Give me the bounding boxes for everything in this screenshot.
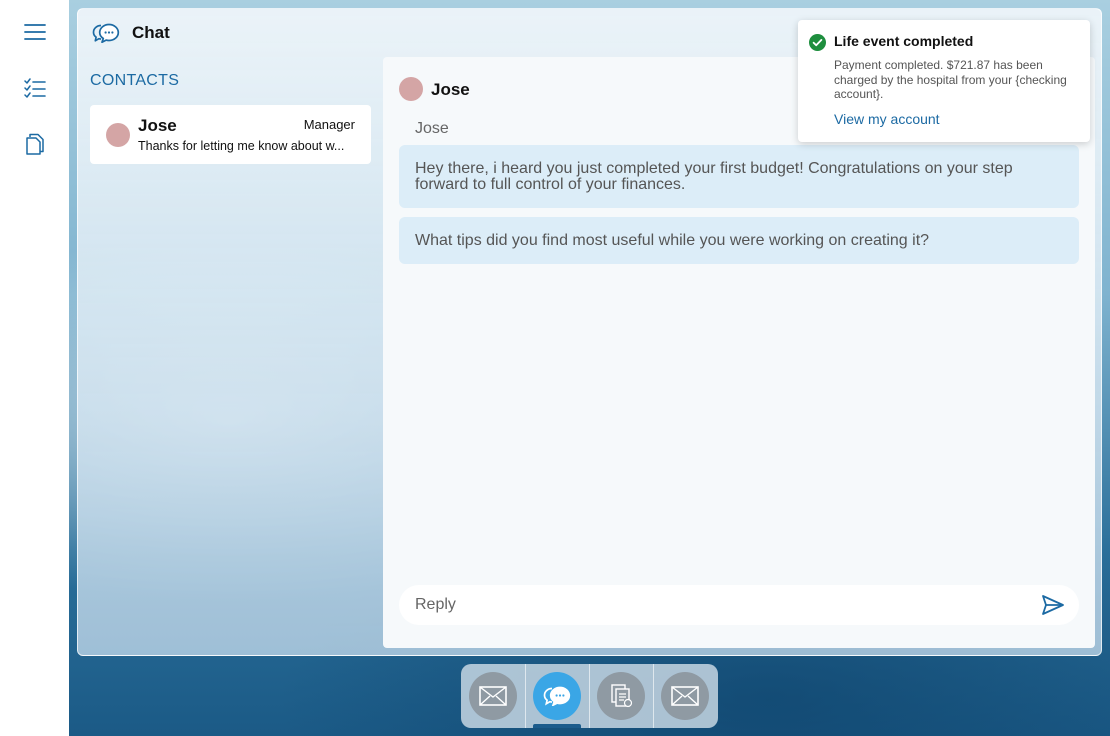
- documents-button[interactable]: [22, 131, 48, 157]
- tasks-button[interactable]: [22, 75, 48, 101]
- dock-mail-button[interactable]: [461, 664, 525, 728]
- avatar: [106, 123, 130, 147]
- dock-chat-button[interactable]: [525, 664, 589, 728]
- mail-icon: [479, 686, 507, 706]
- message-bubble: What tips did you find most useful while…: [399, 217, 1079, 264]
- chat-bubbles-icon: [92, 23, 120, 43]
- dock-bills-circle: [597, 672, 645, 720]
- send-button[interactable]: [1039, 591, 1067, 619]
- dock-chat-circle: [533, 672, 581, 720]
- dock-mail-circle: [661, 672, 709, 720]
- active-indicator: [533, 724, 581, 728]
- sender-label: Jose: [415, 120, 449, 137]
- dock-mail-circle: [469, 672, 517, 720]
- window-title-bar: Chat: [92, 21, 170, 45]
- reply-input[interactable]: [415, 596, 1039, 614]
- app-dock: [461, 664, 718, 728]
- avatar: [399, 77, 423, 101]
- menu-icon: [24, 24, 46, 40]
- contact-role: Manager: [303, 117, 355, 132]
- bills-icon: [611, 684, 633, 708]
- contact-preview: Thanks for letting me know about w...: [138, 139, 345, 153]
- conversation-panel: Jose Jose Hey there, i heard you just co…: [383, 57, 1095, 648]
- message-bubble: Hey there, i heard you just completed yo…: [399, 145, 1079, 208]
- contact-name: Jose: [138, 116, 177, 135]
- conversation-contact-name: Jose: [431, 80, 470, 99]
- window-title: Chat: [132, 23, 170, 42]
- toast-body: Payment completed. $721.87 has been char…: [834, 58, 1067, 101]
- send-icon: [1042, 595, 1064, 615]
- success-check-icon: [809, 34, 826, 51]
- reply-box: [399, 585, 1079, 625]
- dock-bills-button[interactable]: [589, 664, 653, 728]
- contact-item-jose[interactable]: Jose Manager Thanks for letting me know …: [90, 105, 371, 164]
- checklist-icon: [24, 78, 46, 98]
- left-rail: [0, 0, 69, 736]
- view-account-link[interactable]: View my account: [834, 111, 940, 127]
- dock-mail-button-2[interactable]: [653, 664, 717, 728]
- contacts-heading: CONTACTS: [90, 72, 180, 89]
- notification-toast: Life event completed Payment completed. …: [798, 20, 1090, 142]
- menu-button[interactable]: [22, 19, 48, 45]
- document-icon: [26, 133, 44, 155]
- chat-icon: [543, 686, 571, 706]
- toast-title: Life event completed: [834, 33, 974, 49]
- mail-icon: [671, 686, 699, 706]
